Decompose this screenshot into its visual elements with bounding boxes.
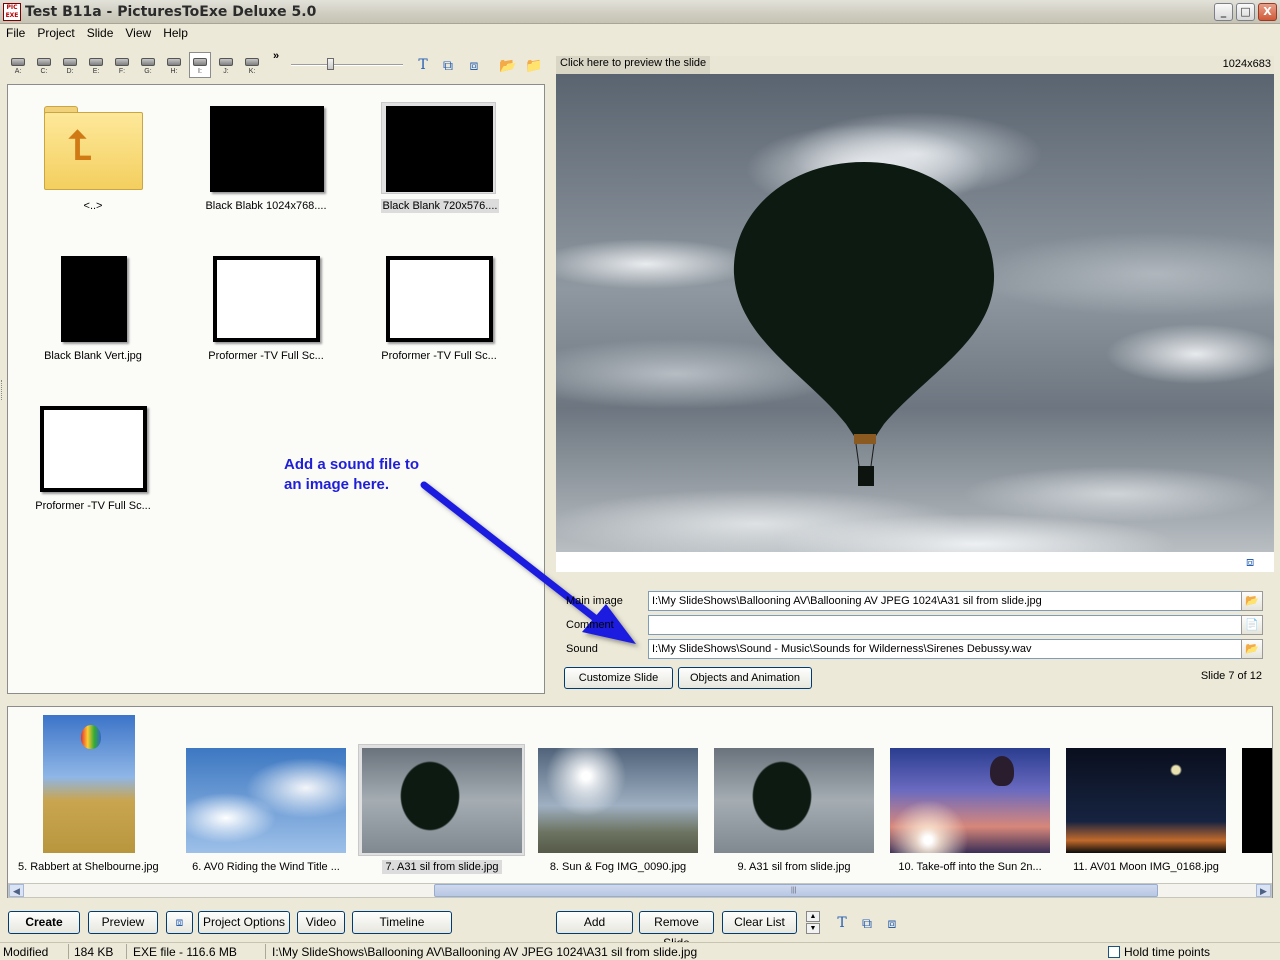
main-image-field[interactable]: I:\My SlideShows\Ballooning AV\Balloonin… (648, 591, 1243, 611)
grip-icon: ||| (791, 887, 797, 894)
clear-list-button[interactable]: Clear List (722, 911, 797, 934)
text-icon[interactable]: T (833, 914, 851, 932)
slide-counter: Slide 7 of 12 (1200, 670, 1262, 682)
objects-animation-button[interactable]: Objects and Animation (678, 667, 812, 689)
add-button[interactable]: Add (556, 911, 633, 934)
slide-list-scrollbar[interactable]: ◀ ||| ▶ (8, 883, 1272, 898)
balloon-icon (990, 756, 1014, 786)
move-up-button[interactable]: ▲ (806, 911, 820, 922)
scroll-right-button[interactable]: ▶ (1256, 884, 1271, 897)
hold-time-points-checkbox[interactable] (1108, 946, 1120, 958)
remove-slide-button[interactable]: Remove Slide (639, 911, 714, 950)
status-bar: Modified 184 KB EXE file - 116.6 MB I:\M… (0, 942, 1280, 960)
slide-thumbnail-partial[interactable] (1242, 748, 1272, 853)
scroll-thumb[interactable]: ||| (434, 884, 1158, 897)
slide-thumbnail (538, 748, 698, 853)
video-button[interactable]: Video (297, 911, 345, 934)
move-down-button[interactable]: ▼ (806, 923, 820, 934)
scroll-left-button[interactable]: ◀ (9, 884, 24, 897)
preview-button[interactable]: Preview (88, 911, 158, 934)
sound-field[interactable]: I:\My SlideShows\Sound - Music\Sounds fo… (648, 639, 1243, 659)
slide-properties: Main image I:\My SlideShows\Ballooning A… (556, 584, 1274, 694)
fullscreen-preview-button[interactable]: ⧈ (166, 911, 193, 934)
slide-thumbnail (43, 715, 135, 853)
slide-thumbnail (714, 748, 874, 853)
slide-thumbnail (1066, 748, 1226, 853)
status-exe-size: EXE file - 116.6 MB (133, 945, 237, 959)
customize-slide-button[interactable]: Customize Slide (564, 667, 673, 689)
slide-list: 5. Rabbert at Shelbourne.jpg 6. AV0 Ridi… (7, 706, 1273, 898)
balloon-icon (81, 725, 101, 749)
status-state: Modified (3, 945, 49, 959)
status-size: 184 KB (74, 945, 114, 959)
project-options-button[interactable]: Project Options (198, 911, 290, 934)
comment-field[interactable] (648, 615, 1243, 635)
copy-icon[interactable]: ⧉ (858, 914, 876, 932)
comment-edit-button[interactable]: 📄 (1241, 615, 1263, 635)
status-path: I:\My SlideShows\Ballooning AV\Balloonin… (272, 945, 698, 959)
browse-image-button[interactable]: 📂 (1241, 591, 1263, 611)
slide-thumbnail (890, 748, 1050, 853)
create-button[interactable]: Create (8, 911, 80, 934)
window-icon[interactable]: ⧈ (883, 914, 901, 932)
timeline-button[interactable]: Timeline (352, 911, 452, 934)
slide-thumbnail (362, 748, 522, 853)
hold-time-points-label: Hold time points (1124, 945, 1211, 959)
slide-thumbnail (186, 748, 346, 853)
browse-sound-button[interactable]: 📂 (1241, 639, 1263, 659)
